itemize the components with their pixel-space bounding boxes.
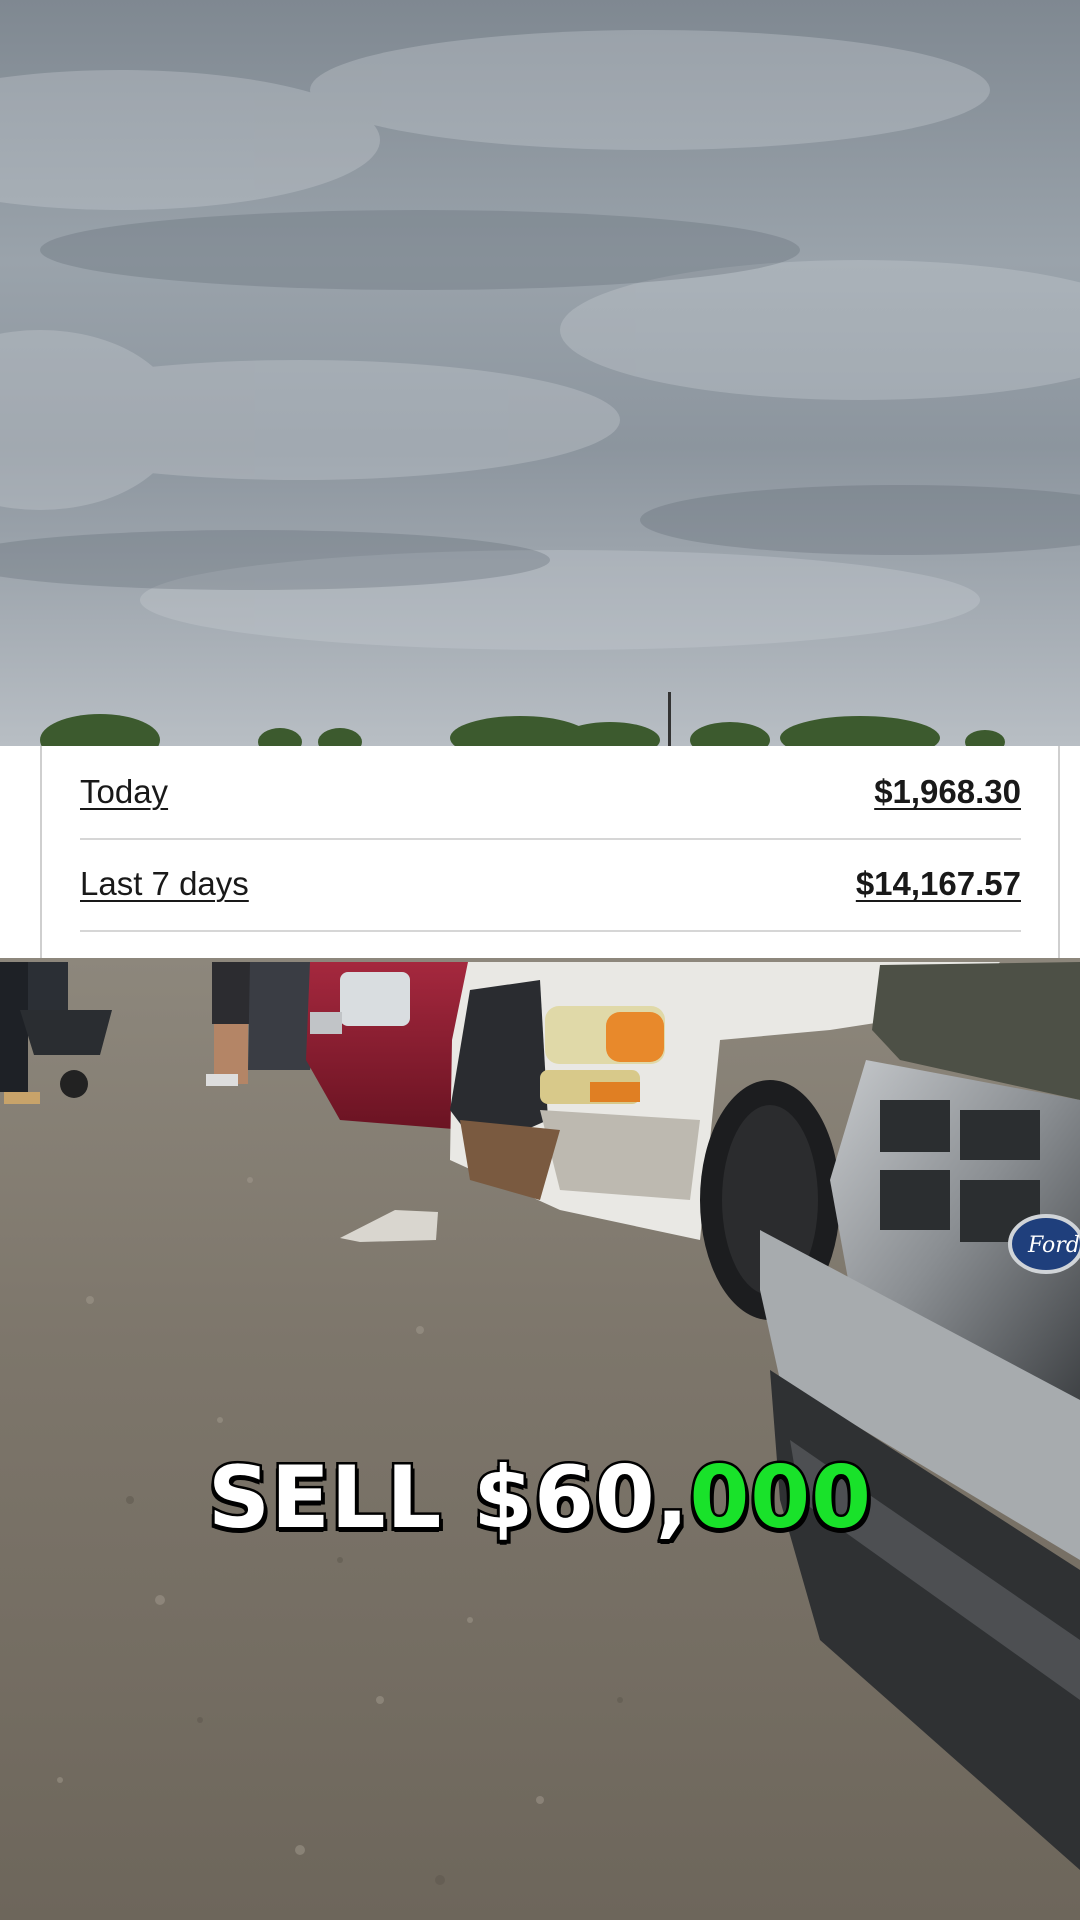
today-value[interactable]: $1,968.30 <box>874 773 1021 811</box>
earnings-summary-card: Today $1,968.30 Last 7 days $14,167.57 <box>0 746 1080 958</box>
svg-text:Ford: Ford <box>1027 1233 1080 1258</box>
today-label[interactable]: Today <box>80 773 168 811</box>
caption-highlight: 000 <box>687 1446 874 1551</box>
video-caption: SELL $60,000 <box>0 1446 1080 1551</box>
last-7-days-label[interactable]: Last 7 days <box>80 865 249 903</box>
card-border <box>40 746 42 958</box>
card-border <box>1058 746 1060 958</box>
earnings-row-last-7-days[interactable]: Last 7 days $14,167.57 <box>80 838 1021 932</box>
caption-text: SELL $60, <box>206 1446 691 1551</box>
last-7-days-value[interactable]: $14,167.57 <box>856 865 1021 903</box>
earnings-row-today[interactable]: Today $1,968.30 <box>80 746 1021 840</box>
salvage-yard-photo: Ford <box>0 0 1080 1920</box>
